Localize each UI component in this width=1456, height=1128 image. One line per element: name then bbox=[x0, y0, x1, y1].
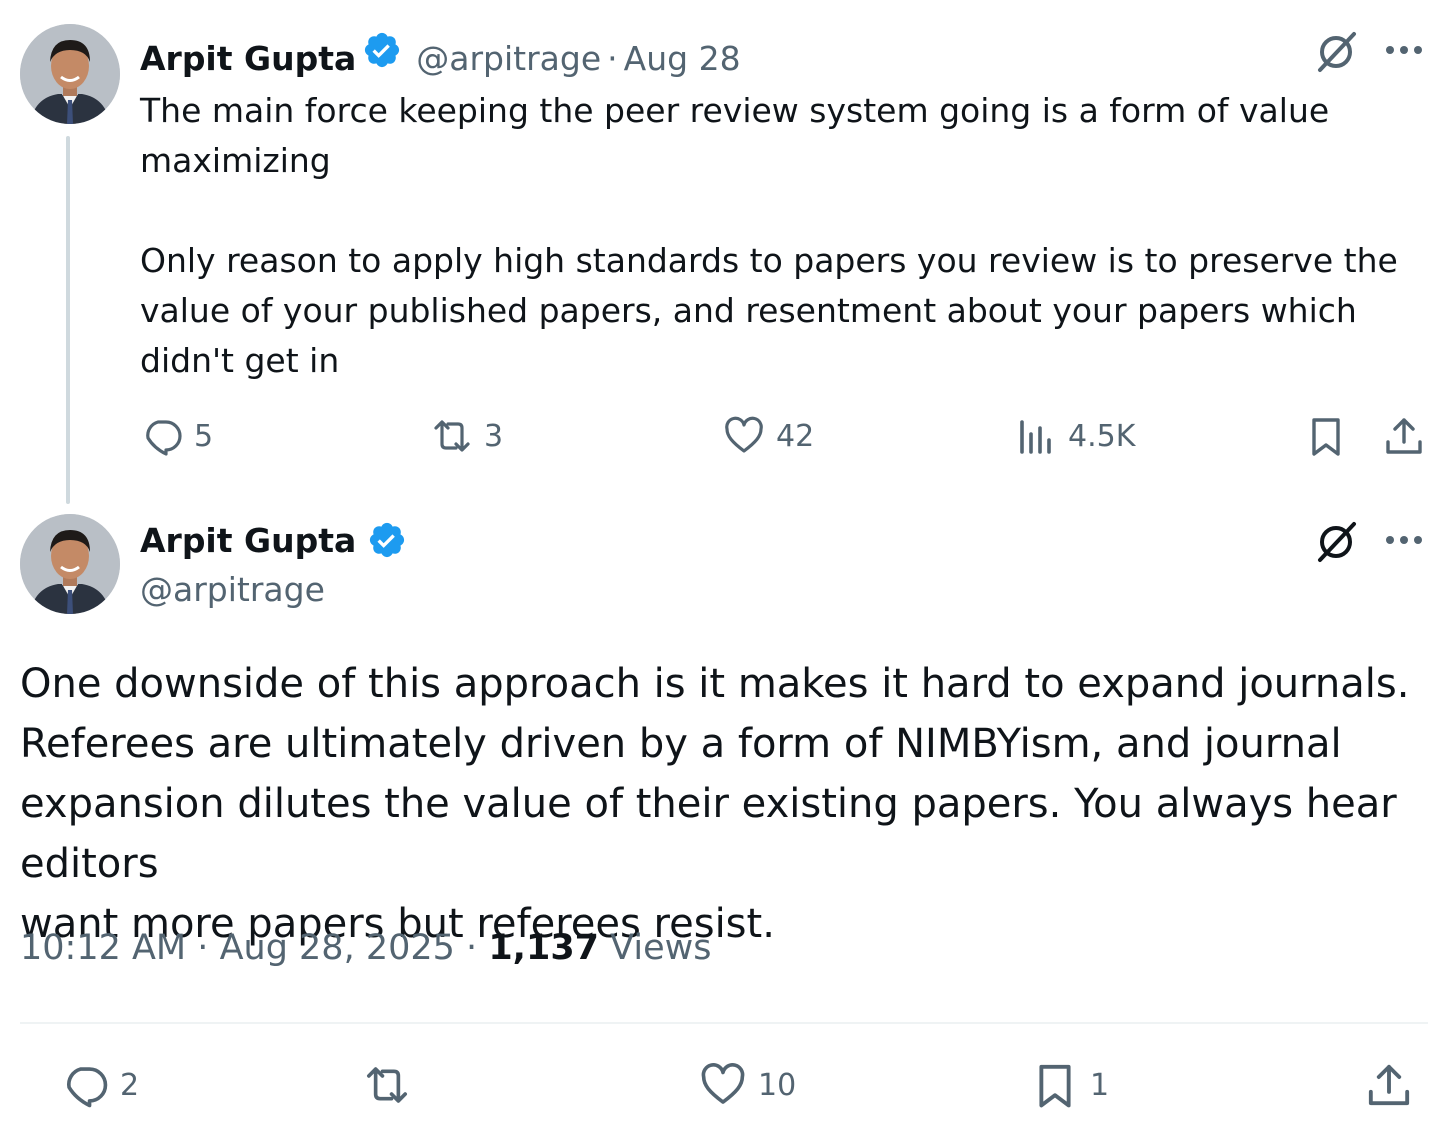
verified-badge-icon[interactable] bbox=[367, 520, 407, 560]
views-count[interactable]: 1,137 bbox=[488, 928, 599, 968]
like-count: 10 bbox=[758, 1067, 797, 1103]
tweet2-paragraph: One downside of this approach is it make… bbox=[20, 661, 1410, 947]
grok-icon[interactable] bbox=[1314, 518, 1360, 564]
separator-dot: · bbox=[607, 39, 618, 78]
like-icon bbox=[725, 416, 763, 453]
more-icon[interactable] bbox=[1382, 28, 1426, 72]
tweet2-text: One downside of this approach is it make… bbox=[20, 654, 1440, 954]
separator-dot: · bbox=[466, 928, 478, 968]
tweet-metadata: 10:12 AM · Aug 28, 2025 · 1,137 Views bbox=[20, 928, 711, 968]
author-handle[interactable]: @arpitrage bbox=[140, 570, 325, 609]
separator-dot: · bbox=[197, 928, 209, 968]
tweet1-paragraph: The main force keeping the peer review s… bbox=[140, 91, 1330, 180]
like-count: 42 bbox=[776, 418, 815, 454]
reply-button[interactable]: 5 bbox=[140, 414, 213, 458]
share-icon bbox=[1368, 1064, 1410, 1106]
views-button[interactable]: 4.5K bbox=[1014, 414, 1135, 458]
bookmark-icon bbox=[1039, 1064, 1071, 1108]
reply-count: 2 bbox=[120, 1067, 140, 1103]
tweet-time[interactable]: 10:12 AM bbox=[20, 928, 186, 968]
bookmark-button[interactable] bbox=[1304, 414, 1348, 458]
verified-badge-icon[interactable] bbox=[362, 30, 402, 70]
reply-button[interactable]: 2 bbox=[60, 1060, 139, 1110]
share-button[interactable] bbox=[1382, 414, 1426, 458]
tweet-date[interactable]: Aug 28, 2025 bbox=[220, 928, 455, 968]
tweet1-header: Arpit Gupta @arpitrage · Aug 28 bbox=[140, 30, 741, 78]
more-icon[interactable] bbox=[1382, 518, 1426, 562]
views-count: 4.5K bbox=[1068, 418, 1136, 454]
tweet1-text: The main force keeping the peer review s… bbox=[140, 86, 1400, 386]
repost-count: 3 bbox=[484, 418, 504, 454]
avatar[interactable] bbox=[20, 24, 120, 124]
avatar[interactable] bbox=[20, 514, 120, 614]
bookmark-button[interactable]: 1 bbox=[1030, 1060, 1109, 1110]
tweet-date[interactable]: Aug 28 bbox=[624, 39, 741, 78]
views-icon bbox=[1020, 420, 1051, 454]
repost-icon bbox=[434, 420, 470, 452]
divider bbox=[20, 1022, 1428, 1024]
views-label: Views bbox=[610, 928, 712, 968]
tweet1-paragraph: Only reason to apply high standards to p… bbox=[140, 241, 1398, 380]
repost-button[interactable]: 3 bbox=[430, 414, 503, 458]
share-button[interactable] bbox=[1364, 1060, 1414, 1110]
reply-icon bbox=[67, 1067, 108, 1108]
bookmark-count: 1 bbox=[1090, 1067, 1110, 1103]
grok-icon[interactable] bbox=[1314, 28, 1360, 74]
reply-count: 5 bbox=[194, 418, 214, 454]
thread-connector-line bbox=[66, 136, 70, 504]
repost-button[interactable] bbox=[362, 1060, 412, 1110]
like-button[interactable]: 10 bbox=[698, 1060, 796, 1110]
reply-icon bbox=[146, 420, 182, 456]
author-name[interactable]: Arpit Gupta bbox=[140, 39, 356, 78]
like-icon bbox=[701, 1063, 745, 1104]
tweet2-author: Arpit Gupta bbox=[140, 520, 407, 560]
share-icon bbox=[1386, 418, 1422, 454]
author-name[interactable]: Arpit Gupta bbox=[140, 521, 356, 560]
bookmark-icon bbox=[1312, 418, 1340, 456]
repost-icon bbox=[367, 1067, 407, 1103]
like-button[interactable]: 42 bbox=[722, 414, 814, 458]
author-handle[interactable]: @arpitrage bbox=[416, 39, 601, 78]
